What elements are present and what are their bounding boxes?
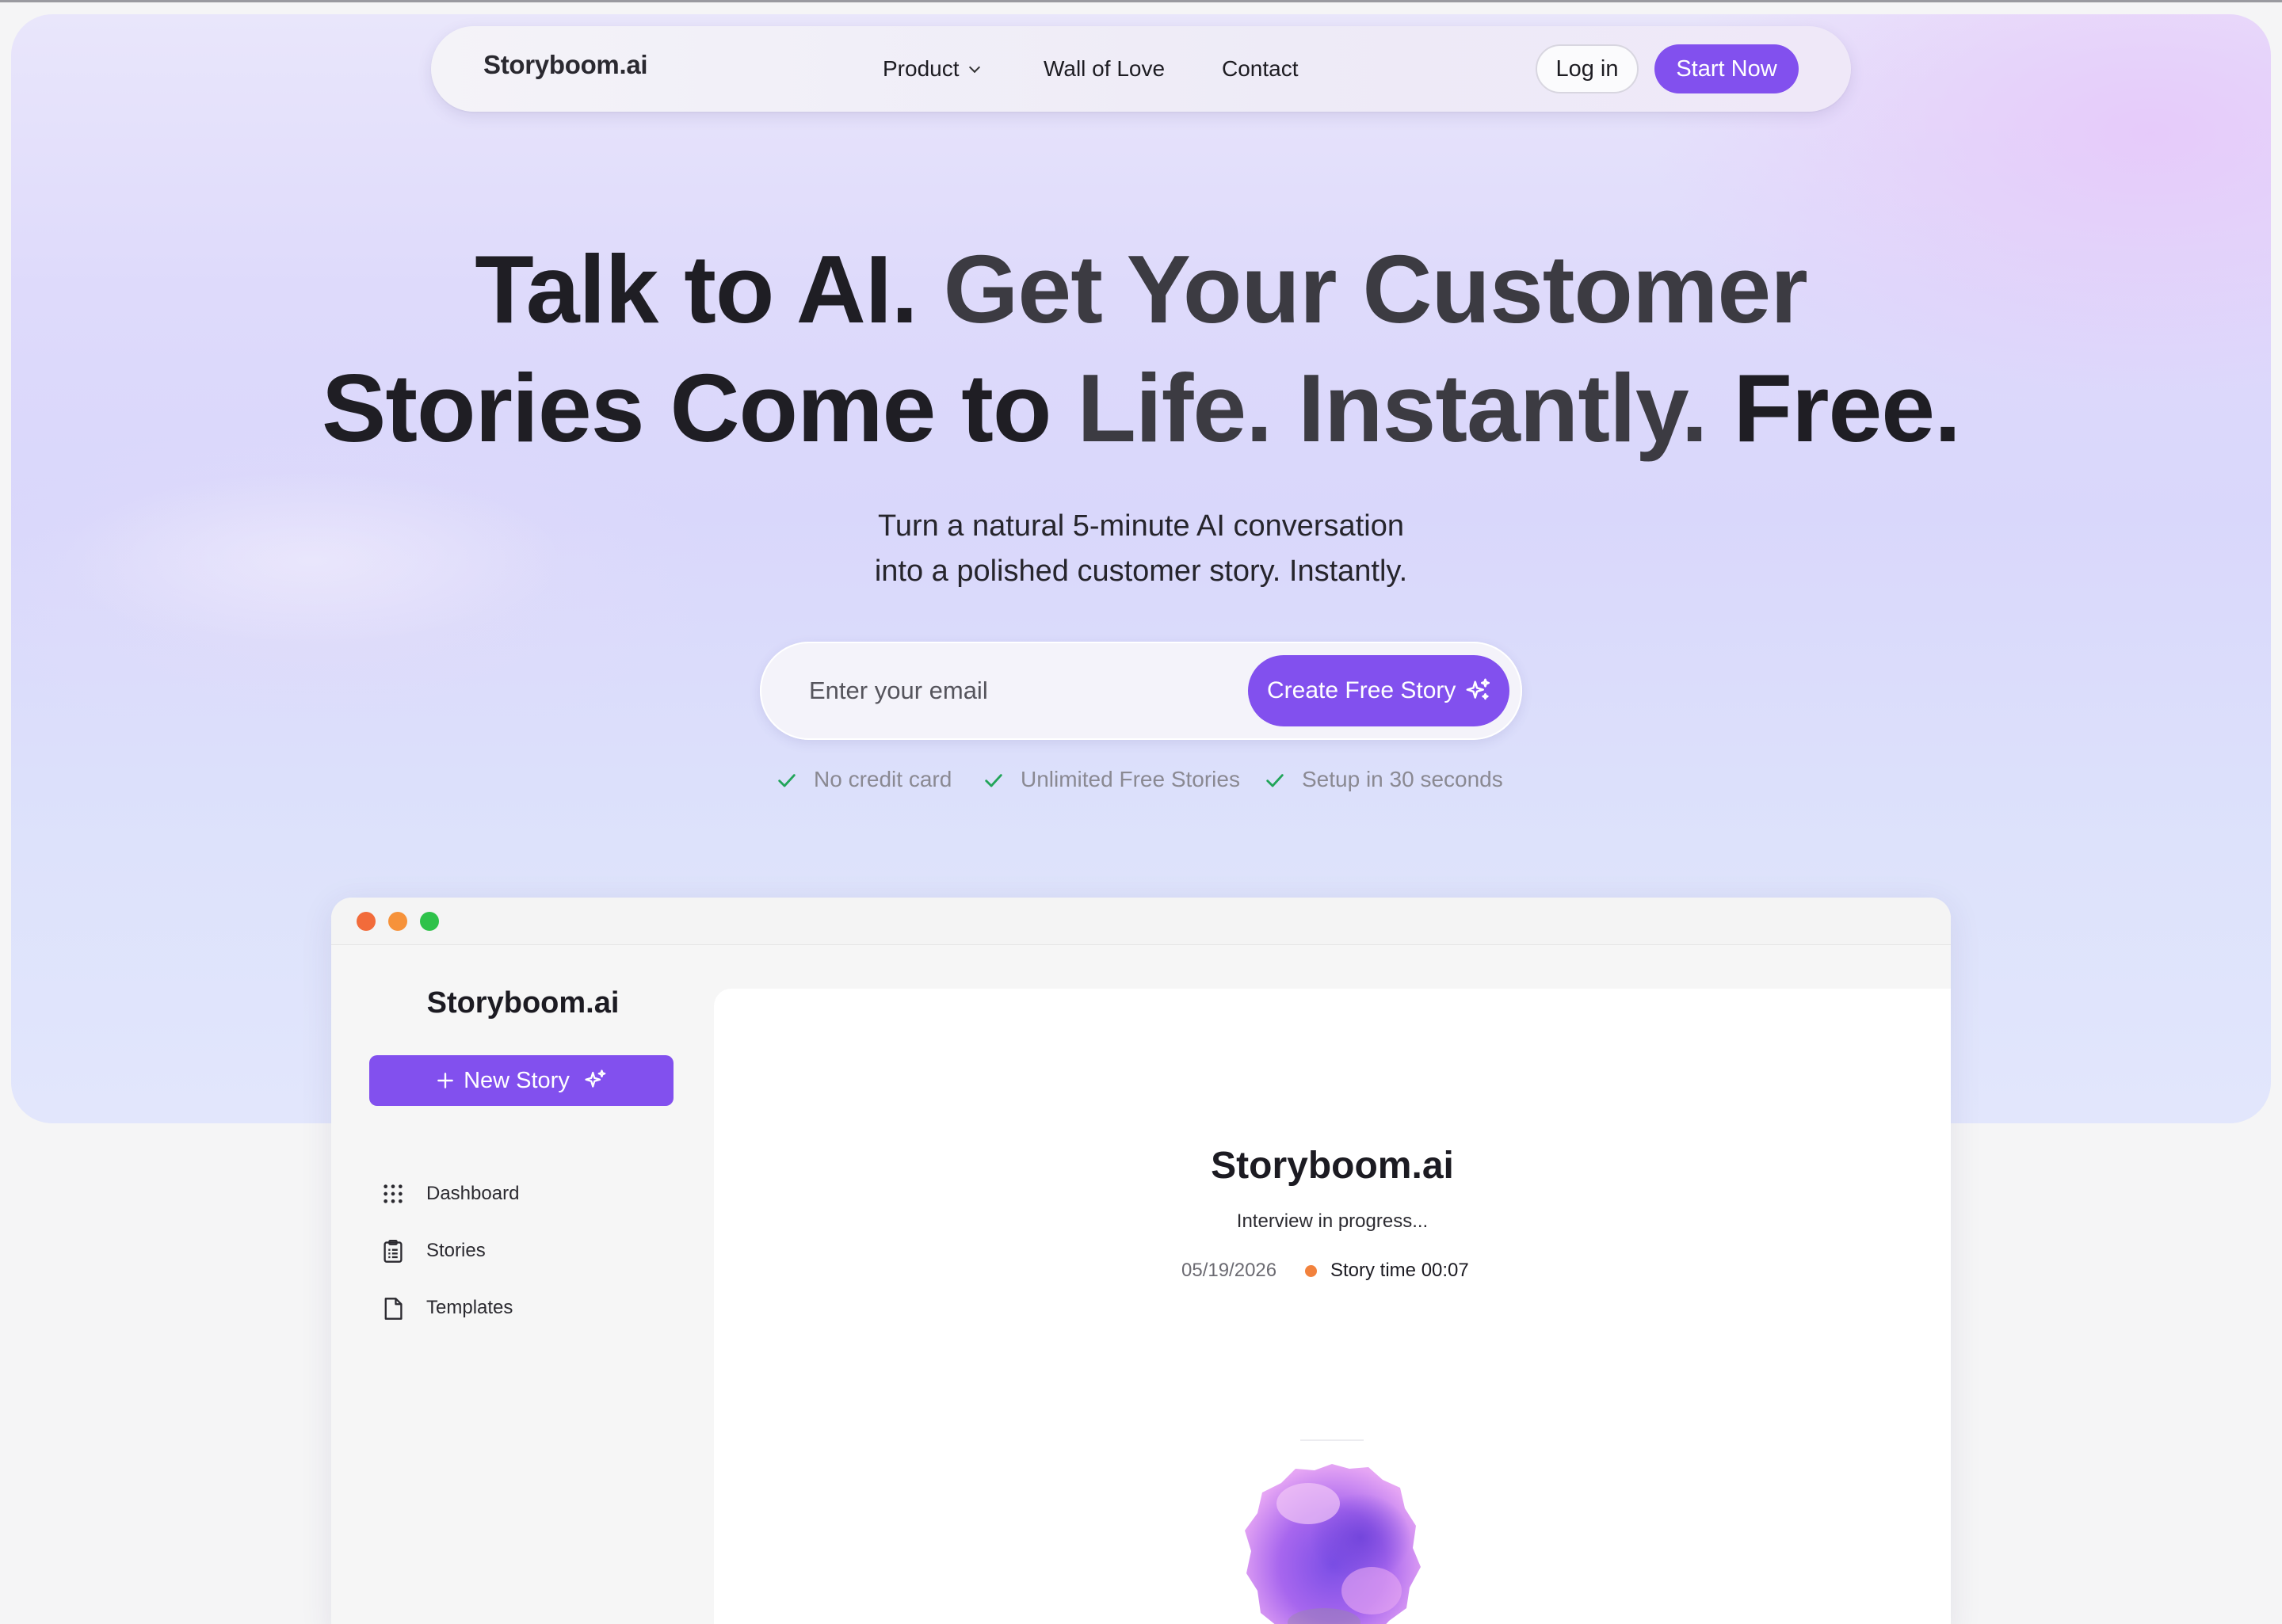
window-titlebar [331, 898, 1951, 945]
create-free-story-button[interactable]: Create Free Story [1248, 655, 1509, 726]
story-date: 05/19/2026 [1181, 1260, 1277, 1281]
recording-indicator-dot [1305, 1265, 1317, 1277]
email-input[interactable]: Enter your email [809, 677, 988, 705]
sparkles-icon [585, 1069, 606, 1088]
check-item: No credit card [778, 767, 952, 792]
feature-checklist: No credit card Unlimited Free Stories Se… [0, 767, 2282, 799]
check-label: Unlimited Free Stories [1021, 767, 1240, 791]
sidebar-item-dashboard[interactable]: Dashboard [426, 1183, 519, 1205]
minimize-window-dot[interactable] [388, 912, 407, 931]
headline-part-3: Stories Come to [321, 354, 1051, 462]
document-icon [384, 1298, 403, 1320]
nav-product-menu[interactable]: Product [883, 56, 980, 82]
email-signup-form: Enter your email Create Free Story [760, 642, 1522, 740]
sidebar-brand: Storyboom.ai [426, 986, 620, 1020]
hero-headline: Talk to AI. Get Your Customer Stories Co… [0, 230, 2282, 467]
checkmark-icon [778, 774, 796, 787]
headline-part-4: Life. Instantly. [1077, 354, 1708, 462]
headline-part-2: Get Your Customer [943, 235, 1808, 343]
nav-link-wall-of-love[interactable]: Wall of Love [1044, 56, 1165, 82]
sidebar-item-stories[interactable]: Stories [426, 1240, 486, 1262]
chevron-down-icon [968, 61, 980, 74]
story-main-panel: Storyboom.ai Interview in progress... 05… [714, 989, 1951, 1624]
maximize-window-dot[interactable] [420, 912, 439, 931]
hero-subheadline: Turn a natural 5-minute AI conversation … [0, 504, 2282, 594]
top-navbar: Storyboom.ai Product Wall of Love Contac… [431, 26, 1851, 112]
cta-label: Create Free Story [1267, 677, 1456, 703]
checkmark-icon [1266, 774, 1284, 787]
login-button[interactable]: Log in [1536, 44, 1639, 93]
headline-part-1: Talk to AI. [475, 235, 918, 343]
new-story-button[interactable]: New Story [369, 1055, 674, 1106]
nav-brand-logo[interactable]: Storyboom.ai [483, 50, 648, 80]
interview-status: Interview in progress... [1236, 1210, 1429, 1232]
check-label: No credit card [814, 767, 952, 791]
app-preview-window: Storyboom.ai New Story Dashboard Stories… [331, 898, 1951, 1624]
new-story-label: New Story [464, 1068, 570, 1093]
ai-voice-orb [1245, 1439, 1421, 1624]
checkmark-icon [985, 774, 1002, 787]
check-item: Unlimited Free Stories [985, 767, 1240, 792]
sidebar-item-templates[interactable]: Templates [426, 1297, 513, 1319]
clipboard-list-icon [384, 1240, 403, 1263]
check-item: Setup in 30 seconds [1266, 767, 1503, 792]
story-timer: Story time 00:07 [1330, 1260, 1469, 1281]
check-label: Setup in 30 seconds [1302, 767, 1503, 791]
sparkles-icon [1466, 678, 1490, 700]
window-top-border [0, 0, 2282, 2]
story-title: Storyboom.ai [1211, 1145, 1454, 1187]
grid-dots-icon [384, 1184, 403, 1203]
subheadline-line-2: into a polished customer story. Instantl… [874, 555, 1408, 588]
close-window-dot[interactable] [357, 912, 376, 931]
nav-product-label: Product [883, 56, 960, 81]
headline-part-5: Free. [1733, 354, 1961, 462]
subheadline-line-1: Turn a natural 5-minute AI conversation [878, 509, 1404, 543]
nav-link-contact[interactable]: Contact [1222, 56, 1299, 82]
start-now-button[interactable]: Start Now [1654, 44, 1799, 93]
plus-icon [437, 1073, 453, 1088]
